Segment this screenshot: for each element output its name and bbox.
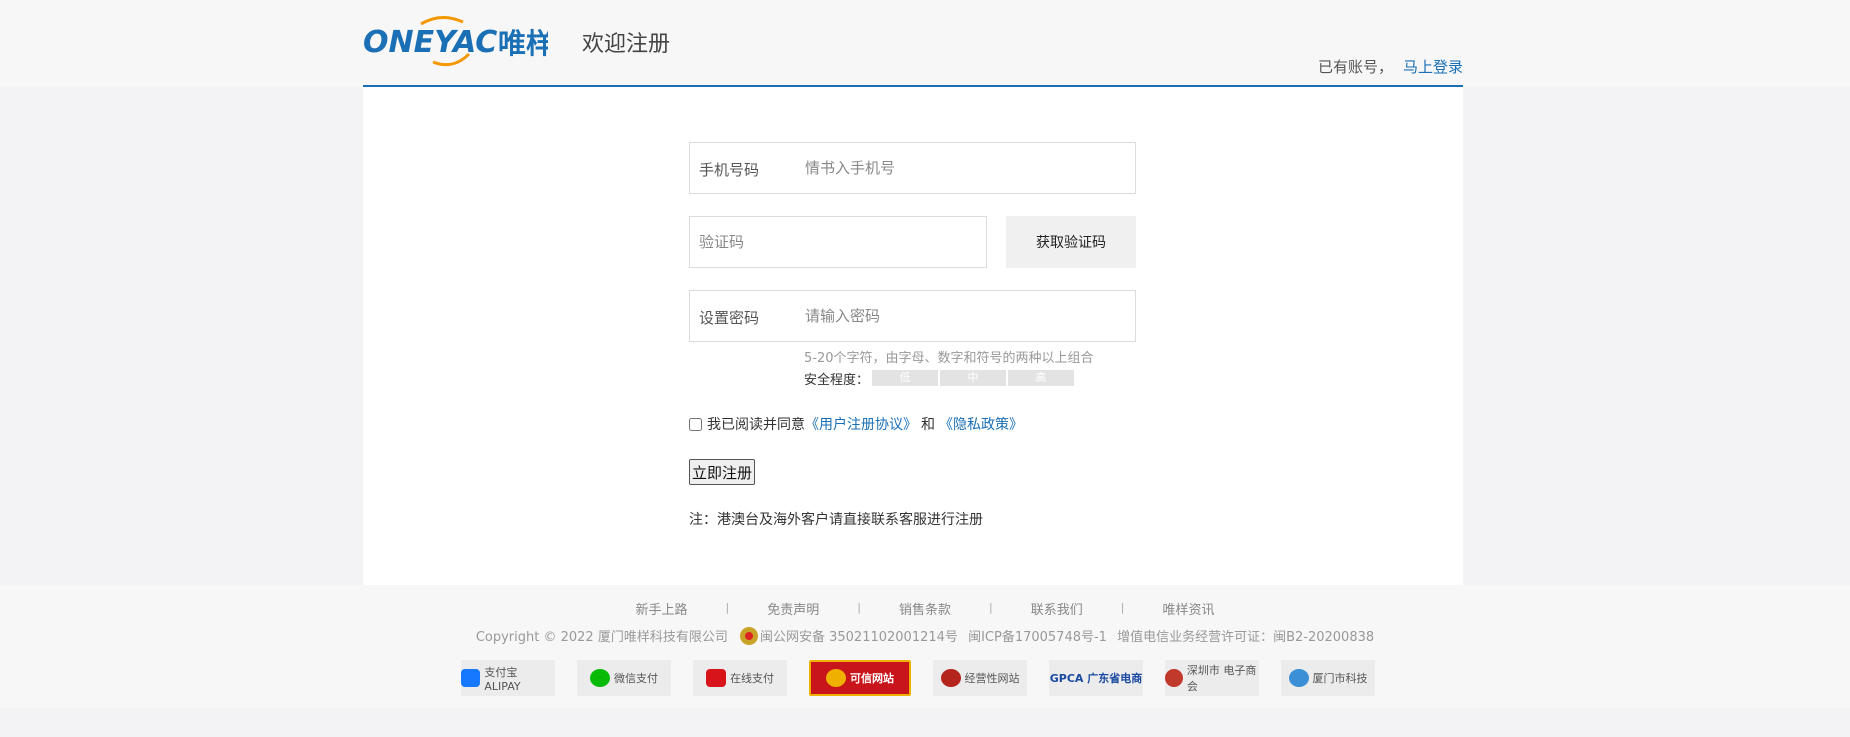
- phone-field: 手机号码: [689, 142, 1136, 194]
- code-input[interactable]: [699, 225, 969, 259]
- register-button[interactable]: 立即注册: [689, 459, 756, 485]
- unionpay-icon[interactable]: 在线支付: [693, 660, 787, 696]
- password-input[interactable]: [805, 299, 1125, 333]
- footer-link-newbie[interactable]: 新手上路: [636, 599, 688, 618]
- trusted-site-icon[interactable]: 可信网站: [809, 660, 911, 696]
- certification-badges: 支付宝 ALIPAY 微信支付 在线支付 可信网站 经营性网站 GPCA 广东省…: [461, 660, 1375, 696]
- code-field: [689, 216, 987, 268]
- password-label: 设置密码: [699, 309, 760, 327]
- privacy-link[interactable]: 《隐私政策》: [939, 414, 1023, 434]
- footer-links: 新手上路 | 免责声明 | 销售条款 | 联系我们 | 唯样资讯: [0, 599, 1850, 618]
- phone-label: 手机号码: [699, 161, 760, 179]
- login-link[interactable]: 马上登录: [1403, 58, 1463, 76]
- logo-cn-text: 唯样: [498, 27, 548, 60]
- business-site-icon[interactable]: 经营性网站: [933, 660, 1027, 696]
- agree-and: 和: [921, 417, 935, 433]
- gpca-icon[interactable]: GPCA 广东省电商: [1049, 660, 1143, 696]
- strength-label: 安全程度：: [804, 373, 870, 388]
- police-badge-icon: [739, 627, 758, 645]
- password-tip: 5-20个字符，由字母、数字和符号的两种以上组合: [804, 351, 1094, 366]
- police-record-link[interactable]: 闽公网安备 35021102001214号: [760, 630, 958, 645]
- footer: 新手上路 | 免责声明 | 销售条款 | 联系我们 | 唯样资讯 Copyrig…: [0, 585, 1850, 708]
- register-panel: 手机号码 获取验证码 设置密码 5-20个字符，由字母、数字和符号的两种以上组合…: [363, 87, 1463, 585]
- password-field: 设置密码: [689, 290, 1136, 342]
- agree-checkbox[interactable]: [689, 417, 702, 431]
- strength-high: 高: [1008, 370, 1074, 386]
- xiamen-tech-icon[interactable]: 厦门市科技: [1281, 660, 1375, 696]
- oneyac-logo[interactable]: ONEYAC 唯样: [363, 10, 548, 72]
- footer-link-contact[interactable]: 联系我们: [1031, 599, 1083, 618]
- login-hint: 已有账号， 马上登录: [1318, 56, 1463, 77]
- page-title: 欢迎注册: [582, 32, 671, 57]
- header: ONEYAC 唯样 欢迎注册 已有账号， 马上登录: [363, 0, 1463, 87]
- wechat-pay-icon[interactable]: 微信支付: [577, 660, 671, 696]
- footer-link-disclaimer[interactable]: 免责声明: [767, 599, 819, 618]
- login-hint-text: 已有账号，: [1317, 58, 1393, 76]
- alipay-icon[interactable]: 支付宝 ALIPAY: [461, 660, 555, 696]
- footer-separator: |: [857, 601, 861, 614]
- footer-link-sales-terms[interactable]: 销售条款: [899, 599, 951, 618]
- copyright-text: Copyright © 2022 厦门唯样科技有限公司: [475, 630, 728, 645]
- footer-link-news[interactable]: 唯样资讯: [1162, 599, 1214, 618]
- footer-separator: |: [989, 601, 993, 614]
- get-code-button[interactable]: 获取验证码: [1006, 216, 1136, 268]
- license-text: 增值电信业务经营许可证：闽B2-20200838: [1117, 630, 1375, 645]
- icp-link[interactable]: 闽ICP备17005748号-1: [968, 630, 1107, 645]
- agreement-row: 我已阅读并同意 《用户注册协议》 和 《隐私政策》: [689, 414, 1023, 434]
- strength-meter: 低 中 高: [872, 370, 1074, 386]
- terms-link[interactable]: 《用户注册协议》: [805, 414, 917, 434]
- copyright-line: Copyright © 2022 厦门唯样科技有限公司 闽公网安备 350211…: [0, 626, 1850, 645]
- footer-separator: |: [1120, 601, 1125, 614]
- phone-input[interactable]: [805, 151, 1125, 185]
- logo-text: ONEYAC: [363, 25, 497, 60]
- agree-text: 我已阅读并同意: [707, 417, 805, 433]
- strength-medium: 中: [940, 370, 1006, 386]
- strength-low: 低: [872, 370, 938, 386]
- shenzhen-commerce-icon[interactable]: 深圳市 电子商会: [1165, 660, 1259, 696]
- overseas-note: 注：港澳台及海外客户请直接联系客服进行注册: [689, 512, 983, 528]
- footer-separator: |: [725, 601, 730, 614]
